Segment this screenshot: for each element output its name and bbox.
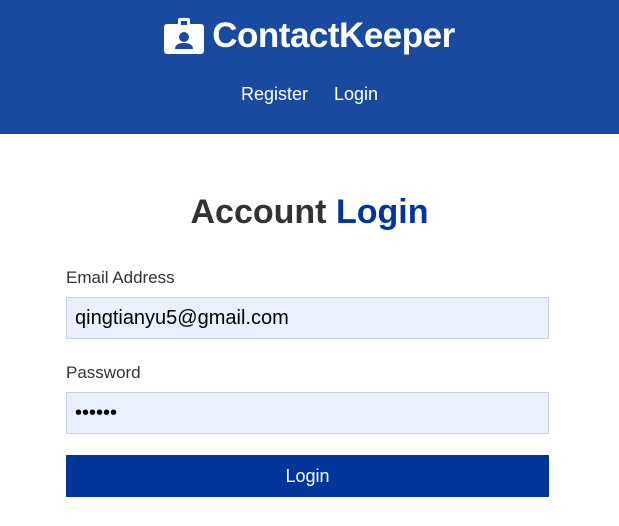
email-label: Email Address [66, 268, 175, 287]
nav-links: Register Login [0, 84, 619, 105]
brand[interactable]: ContactKeeper [0, 12, 619, 60]
page-title-plain: Account [190, 193, 336, 231]
login-button[interactable]: Login [66, 455, 549, 497]
page-title: Account Login [0, 193, 619, 232]
id-badge-icon [164, 18, 205, 54]
nav-link-register[interactable]: Register [241, 84, 308, 105]
nav-link-login[interactable]: Login [334, 84, 378, 105]
password-field[interactable] [66, 392, 549, 434]
navbar: ContactKeeper Register Login [0, 0, 619, 134]
email-field[interactable] [66, 297, 549, 339]
password-label: Password [66, 363, 141, 382]
brand-title: ContactKeeper [212, 16, 455, 55]
page-title-accent: Login [335, 193, 429, 231]
